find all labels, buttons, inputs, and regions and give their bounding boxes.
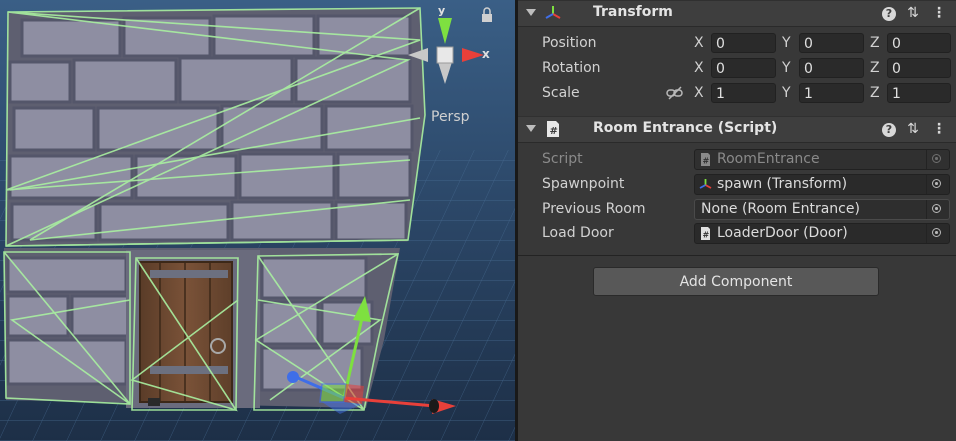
spawnpoint-value: spawn (Transform) [717,176,848,192]
help-icon[interactable]: ? [880,120,898,138]
more-menu-icon[interactable]: ⋮ [930,120,948,138]
previous-room-label[interactable]: Previous Room [542,201,645,217]
component-divider [518,255,956,256]
add-component-button[interactable]: Add Component [593,267,879,296]
script-value: RoomEntrance [717,151,820,167]
object-picker-icon[interactable] [926,224,949,243]
script-field[interactable]: # RoomEntrance [694,149,950,170]
load-door-label[interactable]: Load Door [542,225,614,241]
position-label[interactable]: Position [542,35,597,51]
svg-text:#: # [703,157,710,166]
gizmo-y-label: y [438,4,445,17]
scale-y-label[interactable]: Y [782,85,791,101]
more-menu-icon[interactable]: ⋮ [930,4,948,22]
rotation-z-field[interactable]: 0 [887,58,951,78]
scene-view[interactable]: y x Persp [0,0,515,441]
rotation-row: Rotation X 0 Y 0 Z 0 [518,57,956,81]
position-y-label[interactable]: Y [782,35,791,51]
scale-x-label[interactable]: X [694,85,704,101]
load-door-value: LoaderDoor (Door) [717,225,848,241]
position-y-field[interactable]: 0 [799,33,864,53]
transform-header[interactable]: Transform ? ⇅ ⋮ [518,0,956,27]
room-entrance-title: Room Entrance (Script) [593,120,778,136]
inspector-panel: Transform ? ⇅ ⋮ Position X 0 Y 0 Z 0 Rot… [518,0,956,441]
spawnpoint-row: Spawnpoint spawn (Transform) [518,173,956,197]
transform-title: Transform [593,4,673,20]
spawnpoint-label[interactable]: Spawnpoint [542,176,624,192]
transform-axes-icon [699,179,712,189]
room-entrance-header[interactable]: # Room Entrance (Script) ? ⇅ ⋮ [518,116,956,143]
gizmo-x-label: x [482,47,490,61]
previous-room-row: Previous Room None (Room Entrance) [518,198,956,222]
scale-y-field[interactable]: 1 [799,83,864,103]
object-picker-icon[interactable] [926,150,949,169]
position-row: Position X 0 Y 0 Z 0 [518,32,956,56]
presets-icon[interactable]: ⇅ [904,120,922,138]
previous-room-value: None (Room Entrance) [701,201,860,217]
position-x-label[interactable]: X [694,35,704,51]
object-picker-icon[interactable] [926,200,949,219]
script-icon: # [701,153,710,166]
transform-axes-icon [545,6,561,19]
constrain-proportions-icon[interactable] [666,86,684,100]
svg-text:#: # [703,231,710,240]
load-door-row: Load Door # LoaderDoor (Door) [518,222,956,246]
scale-row: Scale X 1 Y 1 Z 1 [518,82,956,106]
rotation-label[interactable]: Rotation [542,60,601,76]
position-z-label[interactable]: Z [870,35,880,51]
scale-x-field[interactable]: 1 [711,83,776,103]
scale-label[interactable]: Scale [542,85,580,101]
script-row: Script # RoomEntrance [518,148,956,172]
rotation-z-label[interactable]: Z [870,60,880,76]
scene-canvas[interactable]: y x [0,0,515,441]
chevron-down-icon[interactable] [526,125,536,132]
load-door-field[interactable]: # LoaderDoor (Door) [694,223,950,244]
projection-label[interactable]: Persp [431,109,470,125]
scale-z-label[interactable]: Z [870,85,880,101]
spawnpoint-field[interactable]: spawn (Transform) [694,174,950,195]
position-z-field[interactable]: 0 [887,33,951,53]
rotation-y-label[interactable]: Y [782,60,791,76]
chevron-down-icon[interactable] [526,9,536,16]
help-icon[interactable]: ? [880,4,898,22]
position-x-field[interactable]: 0 [711,33,776,53]
scale-z-field[interactable]: 1 [887,83,951,103]
svg-text:#: # [550,126,558,137]
presets-icon[interactable]: ⇅ [904,4,922,22]
wall-block-top[interactable] [6,8,425,246]
previous-room-field[interactable]: None (Room Entrance) [694,199,950,220]
script-icon: # [701,227,710,240]
rotation-y-field[interactable]: 0 [799,58,864,78]
object-picker-icon[interactable] [926,175,949,194]
script-label: Script [542,151,583,167]
rotation-x-field[interactable]: 0 [711,58,776,78]
rotation-x-label[interactable]: X [694,60,704,76]
script-icon: # [547,121,559,137]
